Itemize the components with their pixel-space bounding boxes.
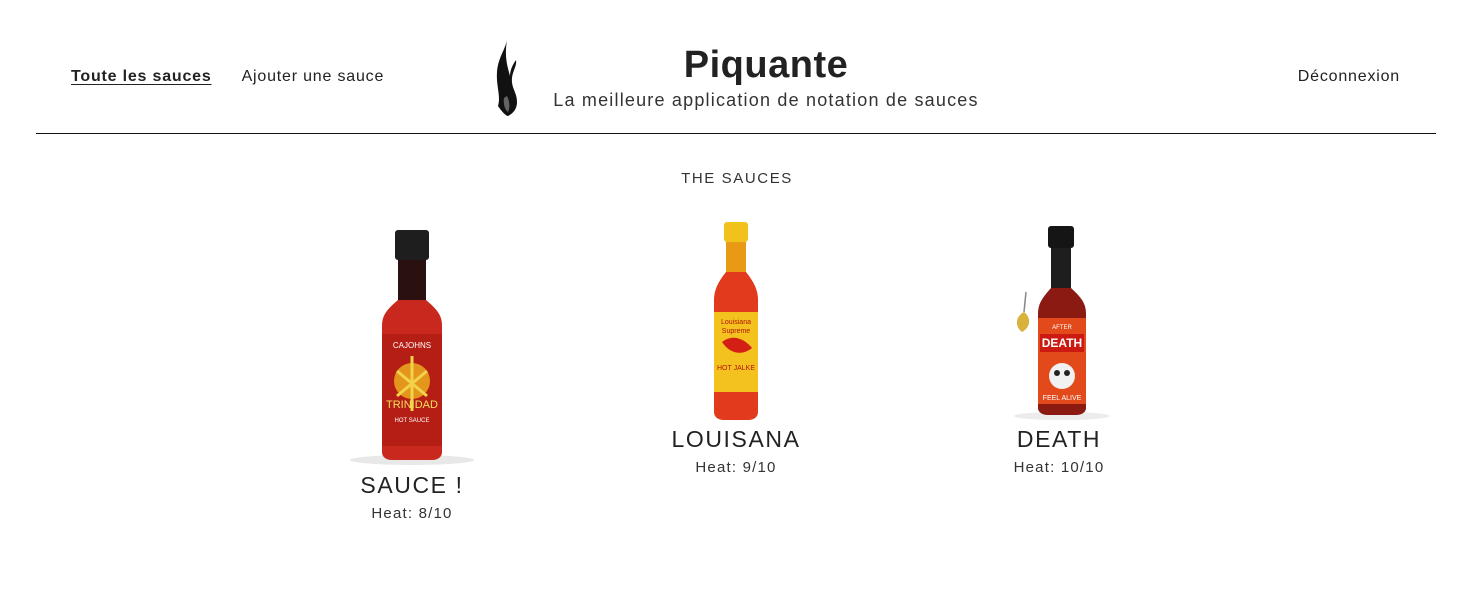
svg-text:HOT JALKE: HOT JALKE: [717, 365, 755, 372]
sauce-name: SAUCE !: [360, 472, 464, 498]
svg-text:HOT SAUCE: HOT SAUCE: [395, 418, 430, 424]
heat-value: 10/10: [1060, 459, 1105, 476]
sauce-bottle-image: AFTER DEATH FEEL ALIVE: [1014, 226, 1110, 420]
svg-text:Supreme: Supreme: [722, 328, 751, 335]
sauce-name: LOUISANA: [671, 426, 801, 452]
heat-value: 8/10: [418, 505, 453, 522]
site-title: Piquante: [683, 44, 849, 86]
svg-text:Louisiana: Louisiana: [721, 319, 751, 326]
heat-label: Heat:: [371, 505, 414, 522]
site-header: Toute les sauces Ajouter une sauce Piqua…: [36, 0, 1436, 134]
svg-text:FEEL ALIVE: FEEL ALIVE: [1043, 395, 1082, 402]
site-subtitle: La meilleure application de notation de …: [553, 90, 979, 110]
sauce-heat: Heat: 8/10: [282, 505, 542, 522]
svg-text:TRINIDAD: TRINIDAD: [386, 399, 438, 411]
section-title: THE SAUCES: [681, 170, 793, 187]
logout-link[interactable]: Déconnexion: [1298, 68, 1400, 86]
sauce-heat: Heat: 9/10: [606, 459, 866, 476]
heat-label: Heat:: [695, 459, 738, 476]
sauce-name: DEATH: [1016, 426, 1102, 452]
flame-icon: [496, 40, 517, 116]
sauce-heat: Heat: 10/10: [929, 459, 1189, 476]
nav-add-sauce-link[interactable]: Ajouter une sauce: [242, 68, 385, 86]
svg-text:CAJOHNS: CAJOHNS: [393, 341, 431, 350]
main-nav: Toute les sauces Ajouter une sauce: [71, 68, 384, 86]
sauce-card[interactable]: CAJOHNS TRINIDAD HOT SAUCE SAUCE ! Heat:…: [282, 226, 542, 522]
heat-label: Heat:: [1013, 459, 1056, 476]
brand: Piquante La meilleure application de not…: [492, 38, 1012, 118]
sauce-card[interactable]: AFTER DEATH FEEL ALIVE DEATH Heat: 10/10: [929, 220, 1189, 476]
svg-text:AFTER: AFTER: [1052, 325, 1072, 331]
nav-all-sauces-link[interactable]: Toute les sauces: [71, 68, 212, 86]
sauce-bottle-image: Louisiana Supreme HOT JALKE: [714, 222, 758, 420]
svg-text:DEATH: DEATH: [1042, 336, 1082, 350]
sauce-bottle-image: CAJOHNS TRINIDAD HOT SAUCE: [350, 230, 474, 465]
sauce-card[interactable]: Louisiana Supreme HOT JALKE LOUISANA Hea…: [606, 220, 866, 476]
heat-value: 9/10: [742, 459, 777, 476]
